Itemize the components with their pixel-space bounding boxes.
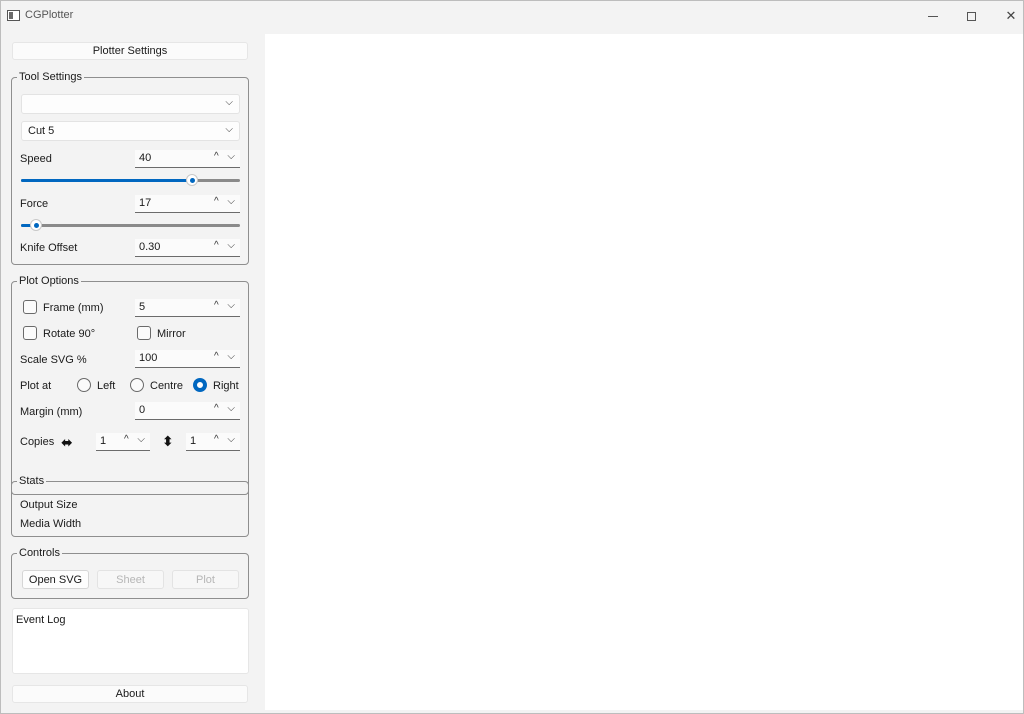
cut-combo-value: Cut 5 xyxy=(28,125,55,137)
plot-options-group: Plot Options Frame (mm) 5 ^ ⌵ Rotate 90°… xyxy=(11,274,249,495)
spin-arrows-icon[interactable]: ^ ⌵ xyxy=(214,351,238,362)
plot-canvas[interactable] xyxy=(265,34,1023,710)
scale-spinbox[interactable]: 100 ^ ⌵ xyxy=(135,350,240,368)
spin-arrows-icon[interactable]: ^ ⌵ xyxy=(214,403,238,414)
plot-at-label: Plot at xyxy=(20,380,52,392)
frame-spinbox[interactable]: 5 ^ ⌵ xyxy=(135,299,240,317)
spin-arrows-icon[interactable]: ^ ⌵ xyxy=(214,240,238,251)
chevron-down-icon: ⌵ xyxy=(225,97,233,108)
margin-label: Margin (mm) xyxy=(20,406,83,418)
app-icon xyxy=(7,10,20,21)
scale-label: Scale SVG % xyxy=(20,354,87,366)
mirror-label: Mirror xyxy=(157,328,186,340)
knife-offset-label: Knife Offset xyxy=(20,242,78,254)
spin-arrows-icon[interactable]: ^ ⌵ xyxy=(214,196,238,207)
title-bar: CGPlotter ✕ xyxy=(1,1,1023,31)
maximize-button[interactable] xyxy=(951,1,991,31)
plot-button[interactable]: Plot xyxy=(172,570,239,589)
copies-label: Copies xyxy=(20,436,55,448)
event-log[interactable]: Event Log xyxy=(12,608,249,674)
speed-slider[interactable] xyxy=(21,174,240,186)
sheet-button[interactable]: Sheet xyxy=(97,570,164,589)
media-width-label: Media Width xyxy=(20,518,82,530)
tool-settings-group: Tool Settings ⌵ Cut 5 ⌵ Speed 40 ^ ⌵ For… xyxy=(11,70,249,265)
force-slider-thumb[interactable] xyxy=(30,219,42,231)
force-spinbox[interactable]: 17 ^ ⌵ xyxy=(135,195,240,213)
knife-offset-value: 0.30 xyxy=(139,241,161,253)
frame-label: Frame (mm) xyxy=(43,302,104,314)
knife-offset-spinbox[interactable]: 0.30 ^ ⌵ xyxy=(135,239,240,257)
scale-value: 100 xyxy=(139,352,158,364)
close-icon: ✕ xyxy=(1005,8,1017,23)
event-log-label: Event Log xyxy=(16,614,66,626)
plot-at-right-radio[interactable] xyxy=(193,378,207,392)
spin-arrows-icon[interactable]: ^ ⌵ xyxy=(214,434,238,445)
spin-arrows-icon[interactable]: ^ ⌵ xyxy=(124,434,148,445)
plot-options-title: Plot Options xyxy=(17,274,81,288)
output-size-label: Output Size xyxy=(20,499,78,511)
plot-at-centre-radio[interactable] xyxy=(130,378,144,392)
vertical-arrows-icon: ⬍ xyxy=(162,433,174,449)
cut-combo[interactable]: Cut 5 ⌵ xyxy=(21,121,240,141)
chevron-down-icon: ⌵ xyxy=(225,124,233,135)
speed-slider-fill xyxy=(21,179,192,182)
spin-arrows-icon[interactable]: ^ ⌵ xyxy=(214,300,238,311)
copies-horizontal-spinbox[interactable]: 1 ^ ⌵ xyxy=(96,433,150,451)
plot-at-left-label: Left xyxy=(97,380,116,392)
tool-combo[interactable]: ⌵ xyxy=(21,94,240,114)
margin-spinbox[interactable]: 0 ^ ⌵ xyxy=(135,402,240,420)
force-value: 17 xyxy=(139,197,152,209)
plotter-settings-button[interactable]: Plotter Settings xyxy=(12,42,248,60)
copies-vertical-spinbox[interactable]: 1 ^ ⌵ xyxy=(186,433,240,451)
horizontal-arrows-icon: ⬌ xyxy=(61,434,73,450)
close-button[interactable]: ✕ xyxy=(991,1,1024,31)
speed-slider-thumb[interactable] xyxy=(186,174,198,186)
mirror-checkbox[interactable] xyxy=(137,326,151,340)
copies-horizontal-value: 1 xyxy=(100,435,107,447)
force-label: Force xyxy=(20,198,49,210)
spin-arrows-icon[interactable]: ^ ⌵ xyxy=(214,151,238,162)
app-window: CGPlotter ✕ Plotter Settings Tool Settin… xyxy=(0,0,1024,714)
controls-title: Controls xyxy=(17,546,62,560)
tool-settings-title: Tool Settings xyxy=(17,70,84,84)
stats-group: Stats Output Size Media Width xyxy=(11,474,249,537)
stats-title: Stats xyxy=(17,474,47,488)
margin-value: 0 xyxy=(139,404,146,416)
open-svg-button[interactable]: Open SVG xyxy=(22,570,89,589)
plot-at-right-label: Right xyxy=(213,380,239,392)
rotate-checkbox[interactable] xyxy=(23,326,37,340)
speed-spinbox[interactable]: 40 ^ ⌵ xyxy=(135,150,240,168)
copies-vertical-value: 1 xyxy=(190,435,197,447)
minimize-icon xyxy=(928,15,938,17)
controls-group: Controls Open SVG Sheet Plot xyxy=(11,546,249,599)
frame-value: 5 xyxy=(139,301,146,313)
maximize-icon xyxy=(966,11,976,21)
sidebar: Plotter Settings Tool Settings ⌵ Cut 5 ⌵… xyxy=(1,31,261,713)
force-slider[interactable] xyxy=(21,219,240,231)
plot-at-left-radio[interactable] xyxy=(77,378,91,392)
speed-label: Speed xyxy=(20,153,52,165)
about-button[interactable]: About xyxy=(12,685,248,703)
minimize-button[interactable] xyxy=(913,1,953,31)
plot-at-centre-label: Centre xyxy=(150,380,184,392)
speed-value: 40 xyxy=(139,152,152,164)
rotate-label: Rotate 90° xyxy=(43,328,96,340)
frame-checkbox[interactable] xyxy=(23,300,37,314)
window-title: CGPlotter xyxy=(25,9,74,21)
